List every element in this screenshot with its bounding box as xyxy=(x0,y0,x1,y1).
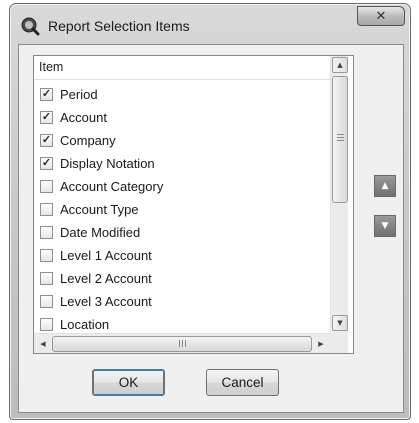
magnifier-icon xyxy=(21,17,40,36)
list-item-label: Display Notation xyxy=(60,155,155,171)
list-item-label: Account Type xyxy=(60,201,139,217)
close-icon: ✕ xyxy=(375,8,387,24)
arrow-down-icon: ▼ xyxy=(381,221,389,231)
grip-line xyxy=(185,340,186,347)
checkmark-icon: ✓ xyxy=(41,156,52,169)
checkbox-checked[interactable]: ✓ xyxy=(40,133,53,147)
move-down-button[interactable]: ▼ xyxy=(374,215,396,237)
list-item-label: Level 3 Account xyxy=(60,293,152,309)
checkbox-unchecked[interactable] xyxy=(40,317,53,331)
list-item-label: Period xyxy=(60,86,98,102)
scrollbar-corner xyxy=(330,333,348,353)
checkmark-icon: ✓ xyxy=(41,110,52,123)
grip-line xyxy=(337,140,344,141)
list-item-label: Company xyxy=(60,132,116,148)
checkbox-unchecked[interactable] xyxy=(40,179,53,193)
checkmark-icon: ✓ xyxy=(41,133,52,146)
horizontal-scrollbar[interactable]: ◀ ▶ xyxy=(34,333,330,353)
list-item-label: Level 2 Account xyxy=(60,270,152,286)
list-item[interactable]: Account Category xyxy=(40,175,163,197)
grip-line xyxy=(179,340,180,347)
list-item[interactable]: ✓ Period xyxy=(40,83,98,105)
checkbox-unchecked[interactable] xyxy=(40,294,53,308)
grip-line xyxy=(182,340,183,347)
dialog-content: Item ✓ Period ✓ Account ✓ Company ✓ Display Not… xyxy=(18,44,404,413)
list-item-label: Level 1 Account xyxy=(60,247,152,263)
list-item[interactable]: Level 3 Account xyxy=(40,290,152,312)
checkbox-checked[interactable]: ✓ xyxy=(40,156,53,170)
list-item-label: Account Category xyxy=(60,178,164,194)
scroll-down-button[interactable]: ▼ xyxy=(332,315,348,331)
list-item-label: Account xyxy=(60,109,107,125)
close-button[interactable]: ✕ xyxy=(357,6,405,26)
item-checklist[interactable]: Item ✓ Period ✓ Account ✓ Company ✓ Display Not… xyxy=(33,55,354,354)
list-item[interactable]: Level 2 Account xyxy=(40,267,152,289)
chevron-up-icon: ▲ xyxy=(337,61,343,69)
column-header-item[interactable]: Item xyxy=(34,56,330,80)
cancel-button[interactable]: Cancel xyxy=(206,369,279,396)
list-item-label: Location xyxy=(60,316,110,332)
move-up-button[interactable]: ▲ xyxy=(374,175,396,197)
ok-button[interactable]: OK xyxy=(92,369,165,396)
window-title: Report Selection Items xyxy=(48,18,190,34)
arrow-up-icon: ▲ xyxy=(381,181,389,191)
checkbox-checked[interactable]: ✓ xyxy=(40,110,53,124)
horizontal-scroll-thumb[interactable] xyxy=(52,336,312,352)
list-item[interactable]: ✓ Company xyxy=(40,129,116,151)
vertical-scrollbar[interactable]: ▲ ▼ xyxy=(330,56,348,333)
checkbox-checked[interactable]: ✓ xyxy=(40,87,53,101)
list-item[interactable]: Date Modified xyxy=(40,221,140,243)
report-selection-dialog: Report Selection Items ✕ Item ✓ Period ✓ Ac… xyxy=(9,3,411,420)
scroll-up-button[interactable]: ▲ xyxy=(332,57,348,73)
grip-line xyxy=(337,137,344,138)
list-item[interactable]: ✓ Account xyxy=(40,106,107,128)
checkbox-unchecked[interactable] xyxy=(40,225,53,239)
list-item[interactable]: Account Type xyxy=(40,198,139,220)
grip-line xyxy=(337,134,344,135)
list-item[interactable]: Level 1 Account xyxy=(40,244,152,266)
chevron-down-icon: ▼ xyxy=(337,319,343,327)
item-list: ✓ Period ✓ Account ✓ Company ✓ Display Notation… xyxy=(34,83,330,331)
checkbox-unchecked[interactable] xyxy=(40,271,53,285)
checkbox-unchecked[interactable] xyxy=(40,202,53,216)
chevron-right-icon: ▶ xyxy=(318,340,324,348)
list-item[interactable]: Location xyxy=(40,313,109,331)
checkmark-icon: ✓ xyxy=(41,87,52,100)
vertical-scroll-thumb[interactable] xyxy=(332,76,348,203)
checkbox-unchecked[interactable] xyxy=(40,248,53,262)
list-item-label: Date Modified xyxy=(60,224,141,240)
title-bar[interactable]: Report Selection Items ✕ xyxy=(10,4,410,46)
chevron-left-icon: ◀ xyxy=(40,340,46,348)
scroll-left-button[interactable]: ◀ xyxy=(35,336,51,352)
scroll-right-button[interactable]: ▶ xyxy=(313,336,329,352)
list-item[interactable]: ✓ Display Notation xyxy=(40,152,155,174)
